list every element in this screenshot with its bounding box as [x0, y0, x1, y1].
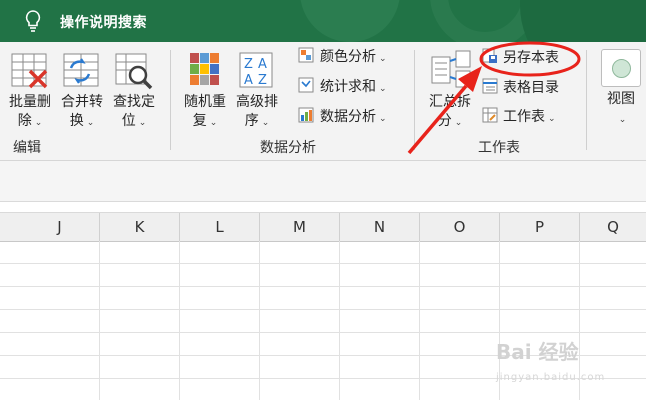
sheet-index-icon	[482, 78, 498, 94]
column-header-l[interactable]: L	[180, 213, 260, 241]
batch-delete-button[interactable]: 批量删 除 ⌄	[4, 93, 56, 133]
column-header-row: J K L M N O P Q	[0, 212, 646, 242]
group-divider	[414, 50, 415, 150]
stats-sum-label: 统计求和	[320, 79, 376, 95]
stats-sum-button[interactable]: 统计求和 ⌄	[298, 77, 387, 99]
view-label: 视图	[607, 91, 635, 107]
advanced-sort-label-2: 序	[244, 113, 259, 129]
worksheet-button[interactable]: 工作表 ⌄	[482, 107, 556, 129]
summarize-split-icon	[431, 50, 471, 88]
advanced-sort-icon: Z A A Z	[239, 52, 273, 88]
color-analysis-icon	[298, 47, 314, 63]
chevron-down-icon: ⌄	[34, 118, 43, 128]
chevron-down-icon: ⌄	[379, 114, 387, 124]
svg-text:Z: Z	[244, 57, 253, 72]
column-header-o[interactable]: O	[420, 213, 500, 241]
data-analysis-icon	[298, 107, 314, 123]
chevron-down-icon: ⌄	[138, 118, 147, 128]
stats-sum-icon	[298, 77, 314, 93]
batch-delete-label: 批量删	[9, 94, 51, 110]
random-duplicate-button[interactable]: 随机重 复 ⌄	[178, 93, 232, 133]
chevron-down-icon: ⌄	[548, 114, 556, 124]
save-sheet-button[interactable]: 另存本表	[482, 48, 559, 68]
random-duplicate-label-2: 复	[192, 113, 207, 129]
merge-convert-label-2: 换	[69, 113, 84, 129]
chevron-down-icon: ⌄	[379, 54, 387, 64]
worksheet-label: 工作表	[503, 109, 545, 125]
watermark-logo: Bai 经验	[496, 340, 579, 364]
summarize-split-button[interactable]: 汇总拆 分 ⌄	[424, 93, 476, 133]
find-locate-label: 查找定	[113, 94, 155, 110]
data-group-label: 数据分析	[260, 140, 316, 156]
find-locate-button[interactable]: 查找定 位 ⌄	[108, 93, 160, 133]
sheet-group-label: 工作表	[478, 140, 520, 156]
merge-convert-button[interactable]: 合并转 换 ⌄	[56, 93, 108, 133]
data-analysis-button[interactable]: 数据分析 ⌄	[298, 107, 387, 129]
svg-text:Z: Z	[258, 73, 267, 88]
chevron-down-icon: ⌄	[618, 115, 627, 125]
column-header-m[interactable]: M	[260, 213, 340, 241]
svg-text:A: A	[244, 73, 253, 88]
formula-bar[interactable]	[0, 161, 646, 202]
worksheet-icon	[482, 107, 498, 123]
column-header-j[interactable]: J	[20, 213, 100, 241]
color-analysis-label: 颜色分析	[320, 49, 376, 65]
advanced-sort-label: 高级排	[236, 94, 278, 110]
column-header-n[interactable]: N	[340, 213, 420, 241]
save-sheet-label: 另存本表	[503, 50, 559, 66]
chevron-down-icon: ⌄	[261, 118, 270, 128]
column-header-p[interactable]: P	[500, 213, 580, 241]
lightbulb-icon[interactable]	[24, 9, 42, 33]
group-divider	[170, 50, 171, 150]
group-divider	[586, 50, 587, 150]
title-decoration	[520, 0, 646, 42]
random-duplicate-icon	[190, 53, 219, 85]
merge-convert-icon	[63, 53, 99, 87]
column-header-k[interactable]: K	[100, 213, 180, 241]
advanced-sort-button[interactable]: 高级排 序 ⌄	[230, 93, 284, 133]
title-decoration	[300, 0, 400, 42]
summarize-split-label: 汇总拆	[429, 94, 471, 110]
save-sheet-icon	[482, 48, 497, 63]
chevron-down-icon: ⌄	[454, 118, 463, 128]
title-bar: 操作说明搜索	[0, 0, 646, 42]
ribbon: 批量删 除⌄ 合并转 换⌄ 查找定 位⌄ 编辑 随机重 复⌄ Z A A	[0, 42, 646, 161]
find-locate-label-2: 位	[121, 113, 136, 129]
chevron-down-icon: ⌄	[209, 118, 218, 128]
color-analysis-button[interactable]: 颜色分析 ⌄	[298, 47, 387, 69]
summarize-split-label-2: 分	[437, 113, 452, 129]
batch-delete-label-2: 除	[17, 113, 32, 129]
find-locate-icon	[115, 53, 153, 90]
chevron-down-icon: ⌄	[379, 84, 387, 94]
edit-group-label: 编辑	[13, 140, 41, 156]
chevron-down-icon: ⌄	[86, 118, 95, 128]
view-button[interactable]: 视图 ⌄	[598, 90, 644, 130]
tell-me-search[interactable]: 操作说明搜索	[60, 12, 147, 32]
column-header-q[interactable]: Q	[580, 213, 646, 241]
batch-delete-icon	[11, 53, 48, 89]
random-duplicate-label: 随机重	[184, 94, 226, 110]
view-icon	[601, 49, 641, 87]
merge-convert-label: 合并转	[61, 94, 103, 110]
watermark-url: jingyan.baidu.com	[496, 372, 606, 383]
data-analysis-label: 数据分析	[320, 109, 376, 125]
sheet-index-button[interactable]: 表格目录	[482, 78, 559, 98]
sheet-index-label: 表格目录	[503, 80, 559, 96]
svg-text:A: A	[258, 57, 267, 72]
